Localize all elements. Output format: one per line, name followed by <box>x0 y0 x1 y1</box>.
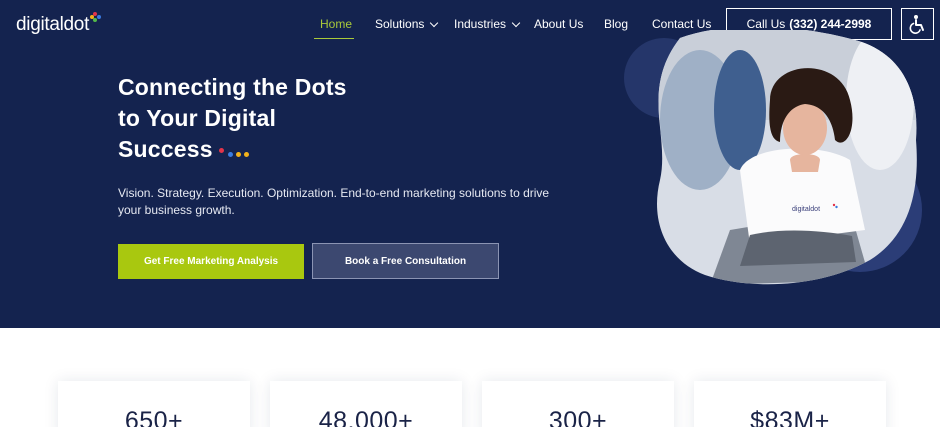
stat-value: 300+ <box>548 407 608 427</box>
book-free-consultation-button[interactable]: Book a Free Consultation <box>312 243 499 279</box>
logo-dots-icon <box>90 12 102 22</box>
nav-label: About Us <box>534 17 584 31</box>
headline-line: Connecting the Dots <box>118 74 347 100</box>
nav-label: Blog <box>604 17 629 31</box>
chevron-down-icon <box>430 18 439 27</box>
headline-line: Success <box>118 136 213 162</box>
nav-label: Home <box>320 17 353 31</box>
brand-name: digitaldot <box>16 14 90 35</box>
stat-card: 300+ <box>482 381 674 427</box>
nav-label: Industries <box>454 17 507 31</box>
shirt-logo-dot <box>832 203 836 207</box>
hero-subtitle: Vision. Strategy. Execution. Optimizatio… <box>118 186 550 217</box>
nav-label: Contact Us <box>652 17 712 31</box>
stat-value: 650+ <box>124 407 184 427</box>
get-free-marketing-analysis-button[interactable]: Get Free Marketing Analysis <box>118 244 304 279</box>
hero-headline: Connecting the Dots to Your Digital Succ… <box>118 72 418 165</box>
brand-dots-icon <box>219 146 259 160</box>
stat-card: 48,000+ <box>270 381 462 427</box>
stat-card: $83M+ <box>694 381 886 427</box>
active-indicator <box>314 38 354 39</box>
chevron-down-icon <box>511 18 521 27</box>
brand-logo[interactable]: digitaldot <box>16 12 102 38</box>
phone-number: (332) 244-2998 <box>789 17 872 31</box>
shirt-logo-text: digitaldot <box>792 206 820 213</box>
call-label: Call Us <box>746 17 786 31</box>
shirt-logo-dot <box>835 205 838 209</box>
nav-item-industries[interactable]: Industries <box>454 17 521 31</box>
hero-section: digitaldot Home Solutions Industries Abo… <box>0 0 940 328</box>
nav-item-solutions[interactable]: Solutions <box>375 17 439 31</box>
nav-item-about-us[interactable]: About Us <box>534 17 583 31</box>
nav-item-home[interactable]: Home <box>320 17 352 31</box>
stat-card: 650+ <box>58 381 250 427</box>
nav-item-blog[interactable]: Blog <box>604 17 628 31</box>
headline-line: to Your Digital <box>118 105 277 131</box>
hero-photo: digitaldot <box>624 30 922 285</box>
stat-value: 48,000+ <box>318 407 414 427</box>
nav-item-contact-us[interactable]: Contact Us <box>652 17 711 31</box>
nav-label: Solutions <box>375 17 425 31</box>
stat-value: $83M+ <box>750 407 830 427</box>
